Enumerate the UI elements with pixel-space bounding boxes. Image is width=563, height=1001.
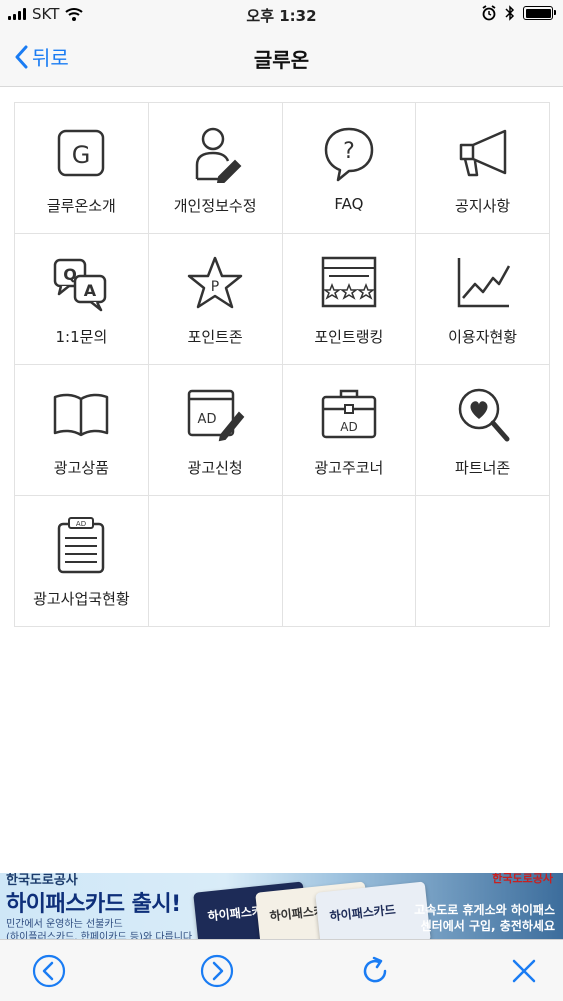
heart-search-icon [458, 388, 510, 442]
navigation-bar: 뒤로 글루온 [0, 30, 563, 87]
open-book-icon [54, 393, 109, 437]
alarm-icon [482, 5, 496, 21]
status-right [481, 5, 556, 21]
ad-briefcase-icon: AD [321, 389, 377, 439]
svg-text:Q: Q [64, 265, 78, 284]
menu-label: FAQ [334, 195, 364, 213]
ad-logo: 한국도로공사 [492, 873, 553, 885]
status-bar: SKT 오후 1:32 [0, 0, 563, 30]
battery-icon [523, 6, 556, 20]
question-bubble-icon: ? [324, 127, 374, 182]
menu-label: 광고주코너 [314, 459, 384, 477]
menu-item-inquiry[interactable]: Q A 1:1문의 [15, 234, 149, 365]
ad-clipboard-icon: AD [58, 517, 105, 574]
menu-label: 포인트존 [187, 328, 243, 346]
menu-label: 이용자현황 [448, 328, 518, 346]
menu-label: 광고상품 [53, 459, 109, 477]
line-chart-icon [457, 258, 510, 308]
menu-item-gluon-intro[interactable]: G 글루온소개 [15, 103, 149, 234]
svg-text:?: ? [343, 139, 355, 164]
point-star-icon: P [187, 256, 243, 309]
menu-item-advertiser-corner[interactable]: AD 광고주코너 [282, 365, 417, 496]
status-time: 오후 1:32 [246, 7, 317, 25]
svg-text:AD: AD [340, 420, 357, 434]
forward-arrow-icon [200, 954, 234, 988]
user-edit-icon [195, 127, 242, 183]
menu-label: 광고신청 [187, 459, 243, 477]
bottom-toolbar [0, 939, 563, 1001]
menu-label: 개인정보수정 [173, 197, 257, 215]
svg-text:AD: AD [76, 520, 86, 528]
ad-subtext-2: (하이플러스카드, 한페이카드 등)와 다릅니다 [6, 932, 193, 939]
menu-item-point-zone[interactable]: P 포인트존 [148, 234, 283, 365]
ad-headline: 하이패스카드 출시! [6, 892, 181, 917]
menu-grid: G 글루온소개 개인정보수정 ? FAQ 공지사항 Q A 1:1문의 P 포인… [14, 102, 550, 627]
back-nav-button[interactable] [31, 953, 67, 989]
back-arrow-icon [32, 954, 66, 988]
refresh-button[interactable] [357, 953, 393, 989]
empty-cell [416, 496, 550, 627]
qa-bubbles-icon: Q A [54, 258, 107, 312]
menu-item-notice[interactable]: 공지사항 [416, 103, 550, 234]
svg-text:A: A [84, 281, 97, 300]
close-icon [512, 959, 536, 983]
svg-text:G: G [72, 141, 91, 169]
ranking-board-icon [321, 256, 377, 308]
megaphone-icon [459, 129, 506, 177]
menu-label: 포인트랭킹 [314, 328, 384, 346]
menu-item-ad-business-status[interactable]: AD 광고사업국현황 [15, 496, 149, 627]
refresh-icon [363, 956, 387, 983]
menu-label: 공지사항 [455, 197, 511, 215]
svg-text:P: P [211, 279, 219, 295]
page-title: 글루온 [253, 48, 310, 72]
menu-item-faq[interactable]: ? FAQ [282, 103, 417, 234]
forward-nav-button[interactable] [199, 953, 235, 989]
ad-right-text-2: 센터에서 구입, 충전하세요 [420, 919, 555, 933]
empty-cell [148, 496, 283, 627]
menu-item-ad-products[interactable]: 광고상품 [15, 365, 149, 496]
g-logo-icon: G [58, 129, 105, 177]
menu-label: 글루온소개 [46, 197, 116, 215]
menu-item-edit-profile[interactable]: 개인정보수정 [148, 103, 283, 234]
ad-edit-icon: AD [187, 389, 245, 442]
close-button[interactable] [506, 953, 542, 989]
svg-text:AD: AD [198, 412, 217, 427]
menu-label: 1:1문의 [55, 328, 108, 346]
bluetooth-icon [505, 5, 515, 21]
menu-item-point-ranking[interactable]: 포인트랭킹 [282, 234, 417, 365]
menu-item-partner-zone[interactable]: 파트너존 [416, 365, 550, 496]
menu-label: 파트너존 [455, 459, 511, 477]
empty-cell [282, 496, 417, 627]
menu-item-ad-apply[interactable]: AD 광고신청 [148, 365, 283, 496]
ad-banner[interactable]: 한국도로공사 하이패스카드 출시! 민간에서 운영하는 선불카드 (하이플러스카… [0, 873, 563, 939]
menu-label: 광고사업국현황 [33, 590, 130, 608]
menu-item-user-stats[interactable]: 이용자현황 [416, 234, 550, 365]
ad-right-text-1: 고속도로 휴게소와 하이패스 [414, 903, 555, 917]
ad-card-text: 하이패스카드 [328, 902, 397, 924]
